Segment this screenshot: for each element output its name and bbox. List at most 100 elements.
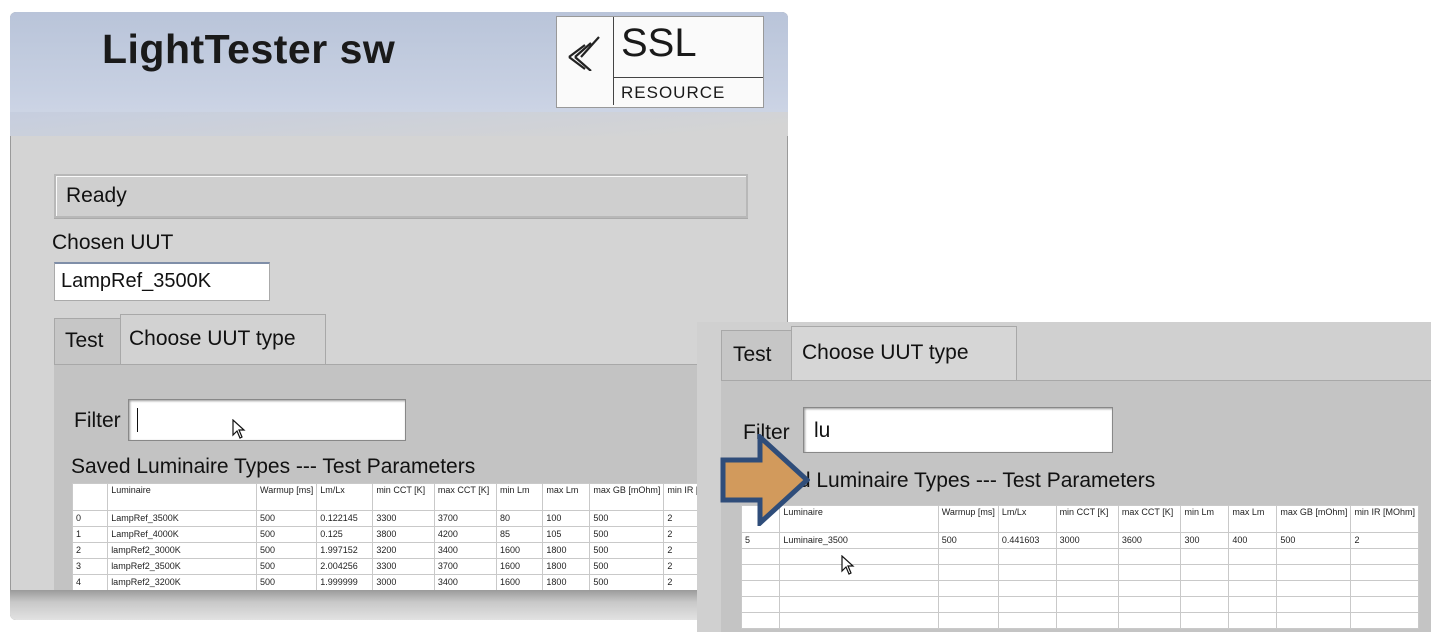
table-cell <box>1228 612 1278 629</box>
tab-choose-uut-type[interactable]: Choose UUT type <box>120 314 326 365</box>
filter-input[interactable]: lu <box>803 407 1113 453</box>
luminaire-types-table[interactable]: Luminaire Warmup [ms] Lm/Lx min CCT [K] max … <box>71 483 732 607</box>
table-cell: 0.125 <box>316 526 374 543</box>
table-cell: 4 <box>71 574 109 591</box>
column-header: Luminaire <box>107 483 258 511</box>
table-cell: 80 <box>495 510 544 527</box>
tab-choose-uut-type[interactable]: Choose UUT type <box>791 326 1017 381</box>
table-row[interactable]: 0 LampRef_3500K 500 0.122145 3300 3700 80 100 50… <box>71 510 732 527</box>
table-row[interactable]: 1 LampRef_4000K 500 0.125 3800 4200 85 105 500 2 <box>71 526 732 543</box>
table-row[interactable]: 5Luminaire_35005000.44160330003600300400… <box>740 532 1419 549</box>
table-cell: 3300 <box>372 558 435 575</box>
table-row-empty[interactable] <box>740 580 1419 597</box>
table-cell <box>1350 596 1419 613</box>
table-cell: Luminaire_3500 <box>779 532 939 549</box>
table-cell <box>779 580 939 597</box>
logo-text-resource: RESOURCE <box>621 83 726 102</box>
table-cell: 5 <box>740 532 781 549</box>
filter-input[interactable] <box>128 399 406 441</box>
table-cell: 500 <box>256 558 318 575</box>
table-cell: 500 <box>589 574 665 591</box>
table-cell: 105 <box>542 526 591 543</box>
status-text: Ready <box>66 184 127 207</box>
table-cell <box>997 580 1057 597</box>
table-cell: 3700 <box>433 510 497 527</box>
table-cell: 1600 <box>495 574 544 591</box>
table-cell <box>1117 548 1182 565</box>
column-header: max Lm <box>1228 505 1278 533</box>
table-cell: 400 <box>1228 532 1278 549</box>
table-cell <box>1055 548 1119 565</box>
table-cell <box>1228 596 1278 613</box>
tab-choose-label: Choose UUT type <box>802 341 969 364</box>
table-row-empty[interactable] <box>740 596 1419 613</box>
chosen-uut-field[interactable]: LampRef_3500K <box>54 262 270 301</box>
choose-uut-panel: Filter lu Saved Luminaire Types --- Test… <box>721 380 1431 632</box>
table-cell: 2.004256 <box>316 558 374 575</box>
table-cell <box>1350 612 1419 629</box>
table-cell <box>1276 612 1352 629</box>
table-cell <box>1276 580 1352 597</box>
table-cell <box>1350 548 1419 565</box>
tab-test[interactable]: Test <box>721 330 793 381</box>
table-cell: 100 <box>542 510 591 527</box>
table-cell: 500 <box>589 510 665 527</box>
column-header: min Lm <box>1180 505 1230 533</box>
table-cell <box>1055 596 1119 613</box>
table-cell <box>1180 564 1230 581</box>
logo-text-ssl: SSL <box>621 21 697 65</box>
table-cell <box>997 548 1057 565</box>
column-header: Lm/Lx <box>997 505 1057 533</box>
table-row[interactable]: 2 lampRef2_3000K 500 1.997152 3200 3400 1600 18… <box>71 542 732 559</box>
table-row[interactable]: 3 lampRef2_3500K 500 2.004256 3300 3700 1600 18… <box>71 558 732 575</box>
column-header: Warmup [ms] <box>937 505 999 533</box>
table-row-empty[interactable] <box>740 612 1419 629</box>
app-title: LightTester sw <box>102 26 396 72</box>
tab-test-label: Test <box>733 343 772 366</box>
table-cell <box>1228 580 1278 597</box>
tab-test[interactable]: Test <box>54 318 122 365</box>
table-row[interactable]: 4 lampRef2_3200K 500 1.999999 3000 3400 1600 18… <box>71 574 732 591</box>
app-header: LightTester sw SSL RESOURCE <box>10 12 788 124</box>
column-header <box>71 483 109 511</box>
table-cell: 500 <box>937 532 999 549</box>
table-cell: 1600 <box>495 542 544 559</box>
table-cell: LampRef_4000K <box>107 526 258 543</box>
table-cell: 3 <box>71 558 109 575</box>
window-reflection <box>10 590 788 620</box>
table-cell <box>1276 564 1352 581</box>
table-cell: LampRef_3500K <box>107 510 258 527</box>
table-cell: 1.999999 <box>316 574 374 591</box>
table-cell <box>997 564 1057 581</box>
column-header: Lm/Lx <box>316 483 374 511</box>
table-cell: 0.441603 <box>997 532 1057 549</box>
table-cell <box>1055 580 1119 597</box>
column-header: max Lm <box>542 483 591 511</box>
table-cell: 3700 <box>433 558 497 575</box>
mouse-cursor-icon <box>841 555 855 575</box>
table-cell: 3200 <box>372 542 435 559</box>
column-header: max GB [mOhm] <box>589 483 665 511</box>
table-cell: 500 <box>256 542 318 559</box>
filter-input-value: lu <box>814 419 831 442</box>
table-cell: 0 <box>71 510 109 527</box>
table-cell: lampRef2_3200K <box>107 574 258 591</box>
table-cell: 500 <box>256 510 318 527</box>
table-cell <box>740 580 781 597</box>
column-header: max CCT [K] <box>433 483 497 511</box>
table-cell <box>779 612 939 629</box>
table-cell: 500 <box>1276 532 1352 549</box>
table-cell <box>1276 596 1352 613</box>
table-cell <box>1117 580 1182 597</box>
table-cell: lampRef2_3000K <box>107 542 258 559</box>
column-header: min CCT [K] <box>372 483 435 511</box>
table-cell: 3400 <box>433 574 497 591</box>
table-cell <box>1228 564 1278 581</box>
table-cell: lampRef2_3500K <box>107 558 258 575</box>
table-cell: 3400 <box>433 542 497 559</box>
tab-choose-label: Choose UUT type <box>129 327 296 350</box>
table-cell <box>779 548 939 565</box>
table-cell <box>937 612 999 629</box>
table-cell <box>1117 564 1182 581</box>
table-cell: 500 <box>589 526 665 543</box>
